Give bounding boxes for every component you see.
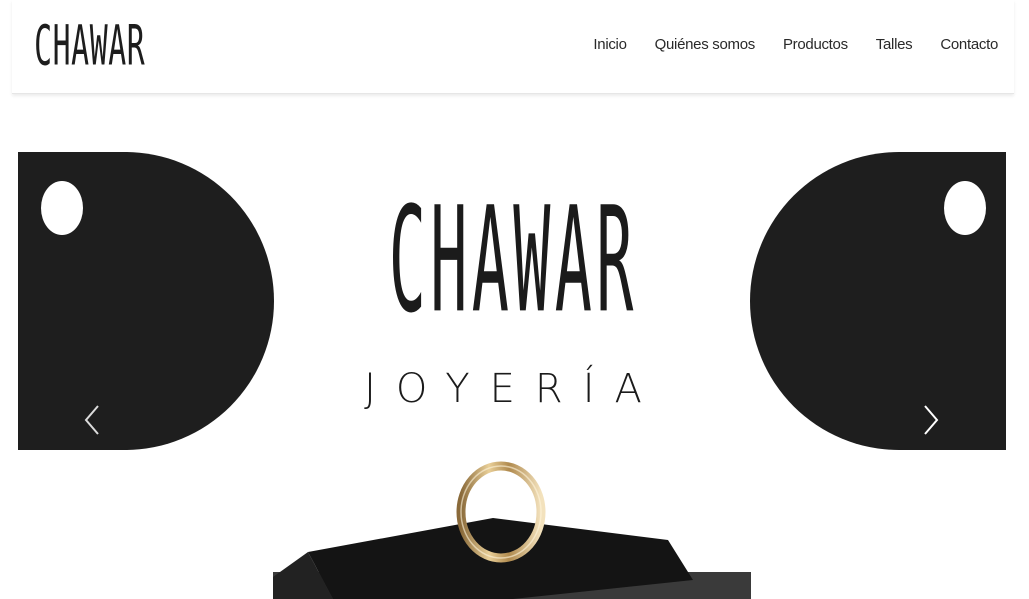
site-header: CHAWAR Inicio Quiénes somos Productos Ta… [12, 0, 1014, 94]
logo-text: CHAWAR [34, 13, 146, 79]
nav-item-talles[interactable]: Talles [876, 36, 913, 53]
nav-item-inicio[interactable]: Inicio [593, 36, 627, 53]
left-tag-shape [18, 152, 274, 450]
hero-subbrand: JOYERÍA [364, 366, 662, 412]
hero-brand: CHAWAR [348, 177, 678, 346]
chevron-right-icon [924, 405, 939, 435]
slider-next-button[interactable] [921, 402, 941, 438]
main-nav: Inicio Quiénes somos Productos Talles Co… [593, 36, 998, 53]
tag-hole [944, 181, 986, 235]
nav-item-contacto[interactable]: Contacto [940, 36, 998, 53]
nav-item-quienes-somos[interactable]: Quiénes somos [655, 36, 756, 53]
tag-hole [41, 181, 83, 235]
right-tag-shape [750, 152, 1006, 450]
slider-prev-button[interactable] [82, 402, 102, 438]
chevron-left-icon [84, 405, 99, 435]
nav-item-productos[interactable]: Productos [783, 36, 848, 53]
hero-brand-text: CHAWAR [388, 176, 638, 346]
ring-product-image [273, 461, 751, 599]
site-logo[interactable]: CHAWAR [34, 14, 146, 78]
hero-slider: CHAWAR JOYERÍA [18, 152, 1006, 599]
